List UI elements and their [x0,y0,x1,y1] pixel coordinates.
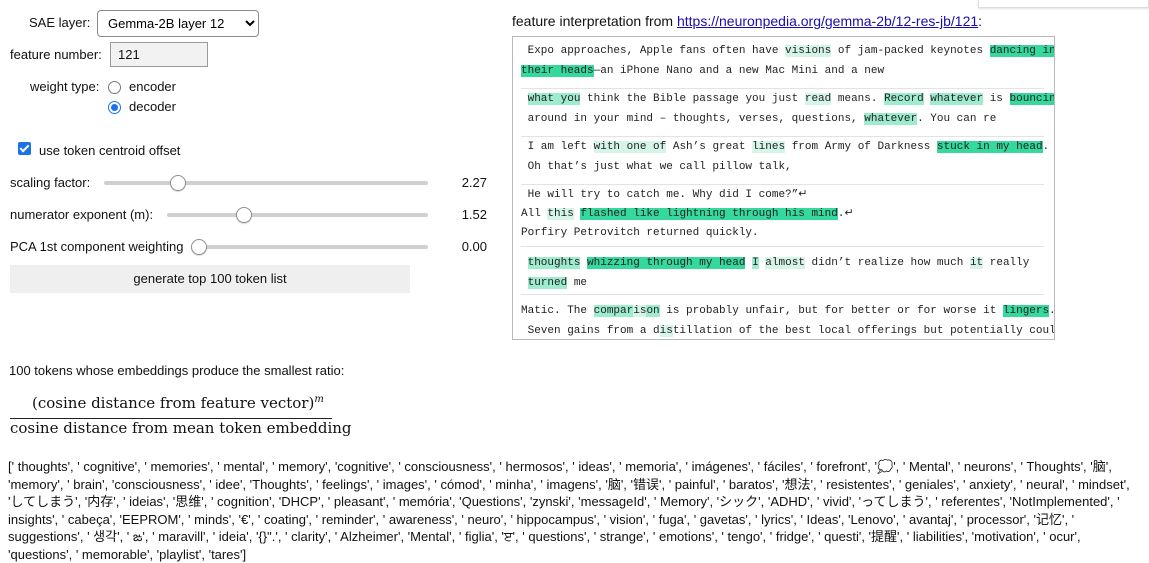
example-line: around in your mind – thoughts, verses, … [521,113,997,125]
interpretation-title: feature interpretation from https://neur… [512,13,982,29]
example-card: He will try to catch me. Why did I come?… [521,185,1044,247]
pca-weighting-slider[interactable] [192,245,428,249]
example-card: I am left with one of Ash’s great lines … [521,137,1049,185]
feature-examples-panel[interactable]: Expo approaches, Apple fans often have v… [512,36,1055,340]
interpretation-prefix: feature interpretation from [512,13,677,29]
pca-weighting-label: PCA 1st component weighting [10,239,184,254]
example-line: I am left with one of Ash’s great lines … [521,141,1050,153]
example-line: Porfiry Petrovitch returned quickly. [521,227,759,239]
example-card: Matic. The comparison is probably unfair… [521,295,1054,339]
formula-numerator: (cosine distance from feature vector)m [32,394,324,412]
centroid-offset-label: use token centroid offset [39,143,181,158]
formula-numerator-text: (cosine distance from feature vector) [32,394,315,412]
interpretation-suffix: : [978,13,983,29]
encoder-radio[interactable] [108,81,121,94]
numerator-exponent-value: 1.52 [461,207,487,222]
example-line: Matic. The comparison is probably unfair… [521,305,1054,317]
neuronpedia-link[interactable]: https://neuronpedia.org/gemma-2b/12-res-… [677,13,978,29]
numerator-exponent-thumb[interactable] [236,207,252,223]
formula-exponent: m [314,394,324,405]
scaling-factor-value: 2.27 [461,175,487,190]
example-line: thoughts whizzing through my head I almo… [527,257,1030,269]
example-line: turned me [527,277,588,289]
weight-type-label: weight type: [30,79,100,94]
formula-denominator: cosine distance from mean token embeddin… [10,419,352,437]
example-line: their heads—an iPhone Nano and a new Mac… [521,65,885,77]
example-line: All this flashed like lightning through … [521,208,854,220]
numerator-exponent-label: numerator exponent (m): [10,207,154,222]
example-line: He will try to catch me. Why did I come?… [521,189,808,201]
token-list: [' thoughts', ' cognitive', ' memories',… [8,459,1130,562]
encoder-option-label: encoder [129,79,176,94]
numerator-exponent-slider[interactable] [167,213,428,217]
ratio-heading: 100 tokens whose embeddings produce the … [9,363,345,378]
sae-layer-select[interactable]: Gemma-2B layer 12 [97,10,259,37]
generate-token-list-button[interactable]: generate top 100 token list [10,265,410,293]
example-line: Seven gains from a distillation of the b… [521,325,1055,337]
centroid-offset-checkbox[interactable] [18,142,31,155]
pca-weighting-thumb[interactable] [191,239,207,255]
example-card: what you think the Bible passage you jus… [521,89,1054,137]
example-card: thoughts whizzing through my head I almo… [521,247,1044,295]
scaling-factor-thumb[interactable] [170,175,186,191]
example-line: Expo approaches, Apple fans often have v… [521,45,1055,57]
feature-number-label: feature number: [10,47,102,62]
pca-weighting-value: 0.00 [461,239,487,254]
sae-layer-label: SAE layer: [29,15,91,30]
decoder-option-label: decoder [129,99,176,114]
floating-panel-edge [978,0,1149,8]
example-line: what you think the Bible passage you jus… [521,89,1054,109]
scaling-factor-label: scaling factor: [10,175,91,190]
example-line: Oh that’s just what we call pillow talk, [521,161,792,173]
example-card: Expo approaches, Apple fans often have v… [521,41,1054,89]
scaling-factor-slider[interactable] [104,181,428,185]
decoder-radio[interactable] [108,101,121,114]
feature-number-input[interactable]: 121 [110,42,208,67]
